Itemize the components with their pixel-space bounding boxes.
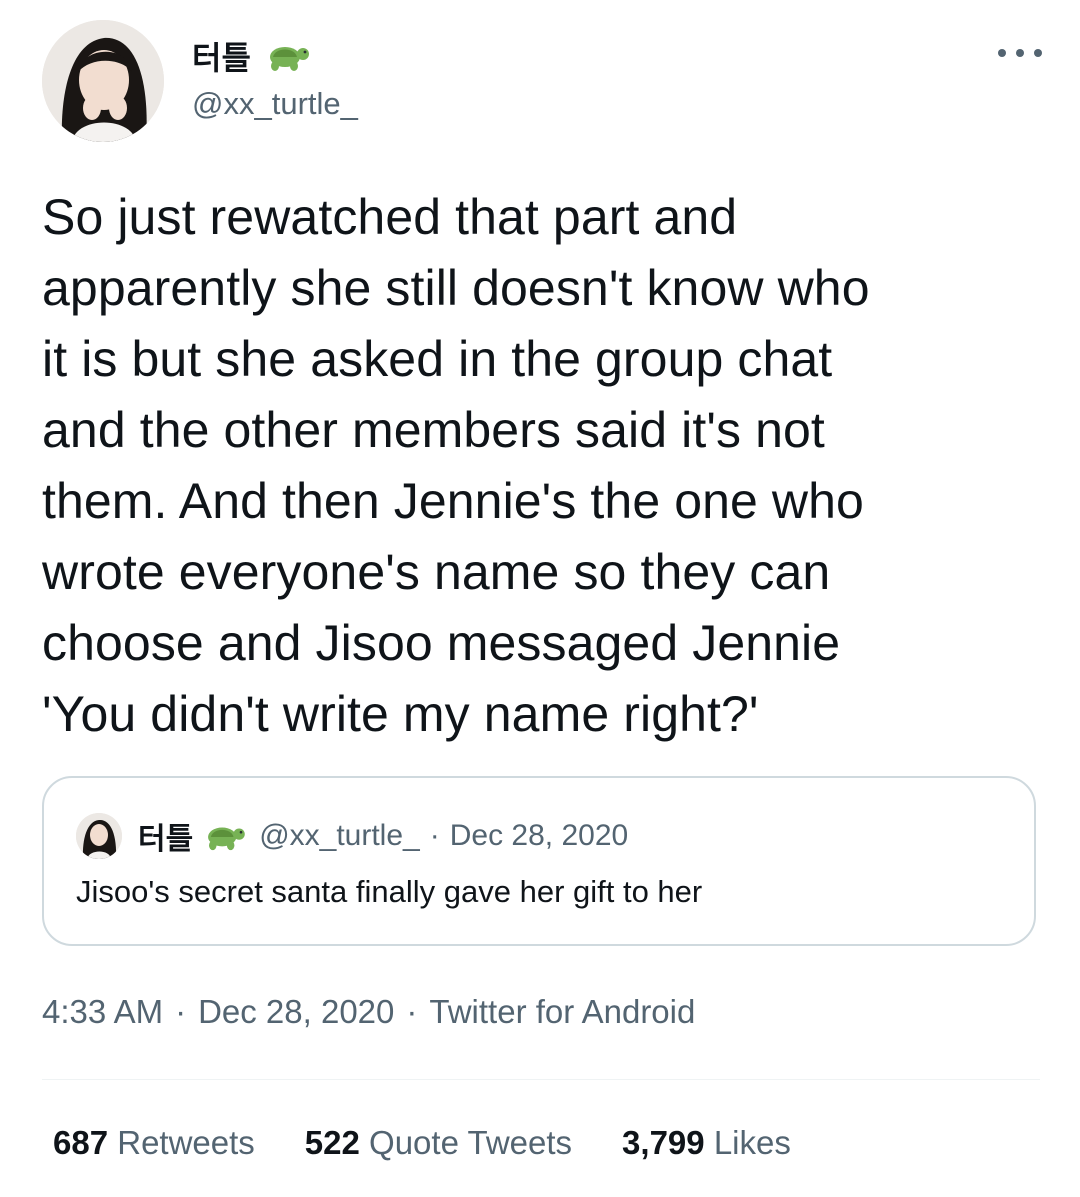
tweet-meta: 4:33 AM · Dec 28, 2020 · Twitter for And… [42, 993, 695, 1031]
likes-count: 3,799 [622, 1124, 705, 1161]
quote-display-name: 터틀 [138, 823, 194, 856]
meta-separator: · [406, 993, 418, 1030]
turtle-icon [203, 820, 247, 852]
meta-separator: · [175, 993, 187, 1030]
quote-tweets-label: Quote Tweets [369, 1124, 573, 1161]
quote-avatar [76, 813, 122, 859]
tweet-header: 터틀 @xx_turtle_ [42, 20, 1042, 150]
display-name-row: 터틀 [192, 34, 358, 78]
tweet-text: So just rewatched that part and apparent… [42, 189, 870, 742]
retweets-count: 687 [53, 1124, 109, 1161]
more-options-icon[interactable] [998, 38, 1042, 68]
tweet-date[interactable]: Dec 28, 2020 [198, 993, 394, 1031]
profile-photo-icon [42, 20, 164, 142]
quote-date: Dec 28, 2020 [449, 819, 629, 852]
quote-handle: @xx_turtle_ [259, 819, 420, 852]
avatar[interactable] [42, 20, 164, 142]
turtle-icon [265, 39, 311, 73]
profile-photo-icon [76, 813, 122, 859]
quote-text: Jisoo's secret santa finally gave her gi… [76, 874, 703, 909]
divider [42, 1079, 1040, 1080]
quote-separator: · [429, 819, 440, 852]
likes-stat[interactable]: 3,799 Likes [622, 1124, 791, 1162]
retweets-label: Retweets [117, 1124, 255, 1161]
more-dot [1034, 49, 1042, 57]
quote-header: 터틀 @xx_turtle_ · Dec 28, 2020 [76, 812, 628, 860]
tweet-stats: 687 Retweets 522 Quote Tweets 3,799 Like… [53, 1124, 841, 1162]
quote-tweets-count: 522 [304, 1124, 360, 1161]
likes-label: Likes [713, 1124, 791, 1161]
more-dot [1016, 49, 1024, 57]
author-names: 터틀 @xx_turtle_ [192, 34, 358, 122]
tweet-time[interactable]: 4:33 AM [42, 993, 163, 1031]
quoted-tweet[interactable]: 터틀 @xx_turtle_ · Dec 28, 2020 Jisoo's se… [42, 776, 1036, 946]
more-dot [998, 49, 1006, 57]
display-name[interactable]: 터틀 [192, 33, 251, 79]
quote-tweets-stat[interactable]: 522 Quote Tweets [305, 1124, 572, 1162]
author-handle[interactable]: @xx_turtle_ [192, 86, 358, 122]
tweet-source[interactable]: Twitter for Android [429, 993, 695, 1031]
retweets-stat[interactable]: 687 Retweets [53, 1124, 255, 1162]
